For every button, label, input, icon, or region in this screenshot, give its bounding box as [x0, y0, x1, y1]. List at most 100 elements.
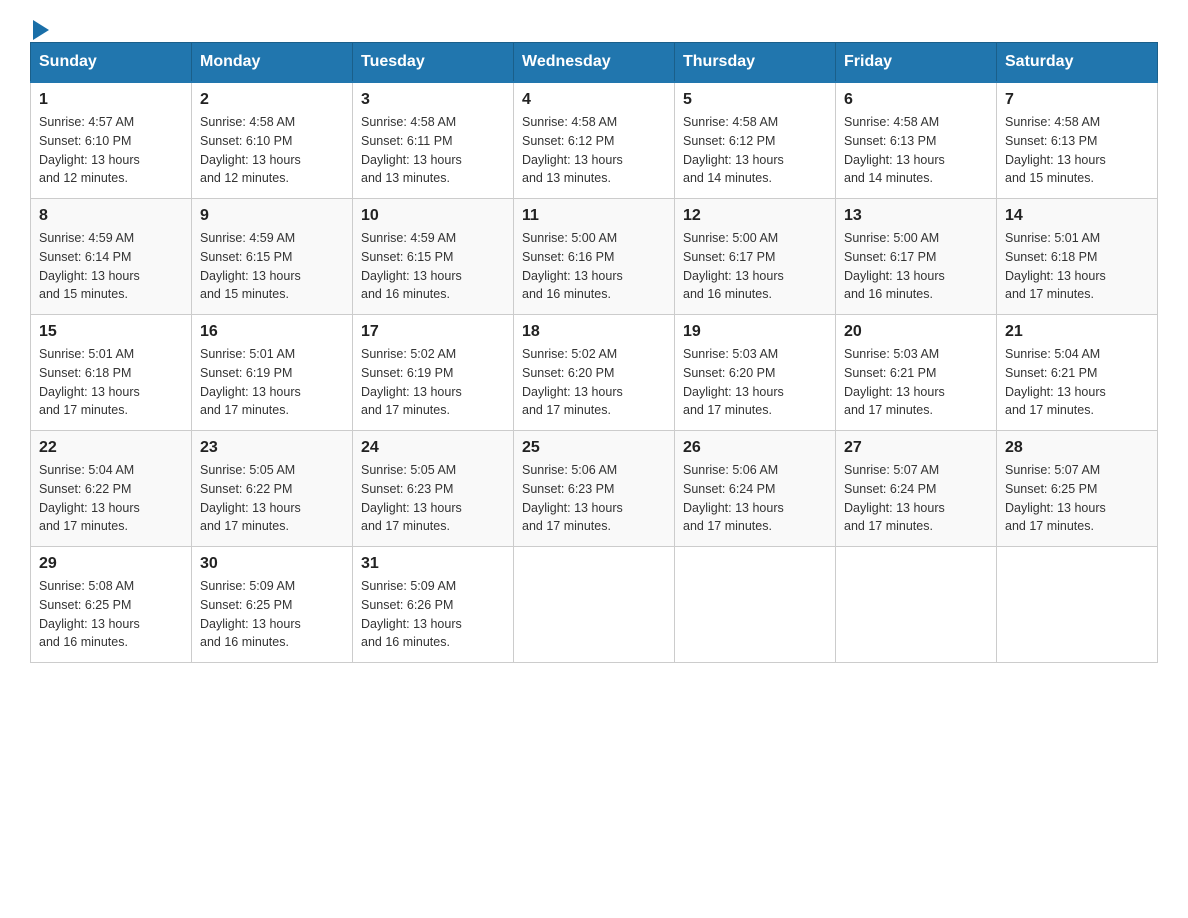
- calendar-cell: 5 Sunrise: 4:58 AM Sunset: 6:12 PM Dayli…: [675, 82, 836, 199]
- calendar-week-1: 1 Sunrise: 4:57 AM Sunset: 6:10 PM Dayli…: [31, 82, 1158, 199]
- day-number: 20: [844, 323, 988, 341]
- day-info: Sunrise: 5:05 AM Sunset: 6:23 PM Dayligh…: [361, 461, 505, 536]
- day-info: Sunrise: 5:03 AM Sunset: 6:20 PM Dayligh…: [683, 345, 827, 420]
- calendar-cell: 10 Sunrise: 4:59 AM Sunset: 6:15 PM Dayl…: [353, 199, 514, 315]
- calendar-cell: 22 Sunrise: 5:04 AM Sunset: 6:22 PM Dayl…: [31, 431, 192, 547]
- calendar-cell: 2 Sunrise: 4:58 AM Sunset: 6:10 PM Dayli…: [192, 82, 353, 199]
- calendar-cell: 28 Sunrise: 5:07 AM Sunset: 6:25 PM Dayl…: [997, 431, 1158, 547]
- day-info: Sunrise: 5:00 AM Sunset: 6:17 PM Dayligh…: [844, 229, 988, 304]
- calendar-cell: 29 Sunrise: 5:08 AM Sunset: 6:25 PM Dayl…: [31, 547, 192, 663]
- calendar-cell: 13 Sunrise: 5:00 AM Sunset: 6:17 PM Dayl…: [836, 199, 997, 315]
- day-info: Sunrise: 5:07 AM Sunset: 6:24 PM Dayligh…: [844, 461, 988, 536]
- day-info: Sunrise: 5:04 AM Sunset: 6:22 PM Dayligh…: [39, 461, 183, 536]
- day-info: Sunrise: 5:00 AM Sunset: 6:16 PM Dayligh…: [522, 229, 666, 304]
- day-number: 9: [200, 207, 344, 225]
- day-number: 5: [683, 91, 827, 109]
- calendar-cell: 30 Sunrise: 5:09 AM Sunset: 6:25 PM Dayl…: [192, 547, 353, 663]
- logo: [30, 20, 49, 32]
- weekday-header-sunday: Sunday: [31, 43, 192, 83]
- calendar-cell: [836, 547, 997, 663]
- day-info: Sunrise: 5:01 AM Sunset: 6:18 PM Dayligh…: [39, 345, 183, 420]
- weekday-header-wednesday: Wednesday: [514, 43, 675, 83]
- day-info: Sunrise: 5:01 AM Sunset: 6:18 PM Dayligh…: [1005, 229, 1149, 304]
- calendar-cell: 19 Sunrise: 5:03 AM Sunset: 6:20 PM Dayl…: [675, 315, 836, 431]
- day-number: 17: [361, 323, 505, 341]
- weekday-header-tuesday: Tuesday: [353, 43, 514, 83]
- day-number: 23: [200, 439, 344, 457]
- day-info: Sunrise: 5:07 AM Sunset: 6:25 PM Dayligh…: [1005, 461, 1149, 536]
- day-number: 13: [844, 207, 988, 225]
- day-info: Sunrise: 5:02 AM Sunset: 6:19 PM Dayligh…: [361, 345, 505, 420]
- day-number: 19: [683, 323, 827, 341]
- calendar-cell: 1 Sunrise: 4:57 AM Sunset: 6:10 PM Dayli…: [31, 82, 192, 199]
- day-info: Sunrise: 4:57 AM Sunset: 6:10 PM Dayligh…: [39, 113, 183, 188]
- calendar-cell: 20 Sunrise: 5:03 AM Sunset: 6:21 PM Dayl…: [836, 315, 997, 431]
- calendar-cell: 24 Sunrise: 5:05 AM Sunset: 6:23 PM Dayl…: [353, 431, 514, 547]
- day-number: 2: [200, 91, 344, 109]
- day-number: 25: [522, 439, 666, 457]
- day-number: 4: [522, 91, 666, 109]
- day-number: 8: [39, 207, 183, 225]
- day-number: 14: [1005, 207, 1149, 225]
- day-info: Sunrise: 5:06 AM Sunset: 6:23 PM Dayligh…: [522, 461, 666, 536]
- day-info: Sunrise: 5:05 AM Sunset: 6:22 PM Dayligh…: [200, 461, 344, 536]
- day-number: 29: [39, 555, 183, 573]
- calendar-cell: 3 Sunrise: 4:58 AM Sunset: 6:11 PM Dayli…: [353, 82, 514, 199]
- calendar-cell: 15 Sunrise: 5:01 AM Sunset: 6:18 PM Dayl…: [31, 315, 192, 431]
- calendar-cell: 9 Sunrise: 4:59 AM Sunset: 6:15 PM Dayli…: [192, 199, 353, 315]
- day-info: Sunrise: 4:58 AM Sunset: 6:10 PM Dayligh…: [200, 113, 344, 188]
- calendar-cell: 26 Sunrise: 5:06 AM Sunset: 6:24 PM Dayl…: [675, 431, 836, 547]
- day-info: Sunrise: 5:03 AM Sunset: 6:21 PM Dayligh…: [844, 345, 988, 420]
- day-info: Sunrise: 5:09 AM Sunset: 6:26 PM Dayligh…: [361, 577, 505, 652]
- day-info: Sunrise: 4:58 AM Sunset: 6:13 PM Dayligh…: [1005, 113, 1149, 188]
- day-info: Sunrise: 4:59 AM Sunset: 6:14 PM Dayligh…: [39, 229, 183, 304]
- day-number: 28: [1005, 439, 1149, 457]
- calendar-cell: 7 Sunrise: 4:58 AM Sunset: 6:13 PM Dayli…: [997, 82, 1158, 199]
- page-header: [30, 20, 1158, 32]
- calendar-cell: [997, 547, 1158, 663]
- day-number: 18: [522, 323, 666, 341]
- calendar-cell: 14 Sunrise: 5:01 AM Sunset: 6:18 PM Dayl…: [997, 199, 1158, 315]
- calendar-week-5: 29 Sunrise: 5:08 AM Sunset: 6:25 PM Dayl…: [31, 547, 1158, 663]
- day-number: 21: [1005, 323, 1149, 341]
- day-number: 1: [39, 91, 183, 109]
- calendar-cell: [514, 547, 675, 663]
- calendar-cell: 23 Sunrise: 5:05 AM Sunset: 6:22 PM Dayl…: [192, 431, 353, 547]
- day-number: 27: [844, 439, 988, 457]
- calendar-cell: 4 Sunrise: 4:58 AM Sunset: 6:12 PM Dayli…: [514, 82, 675, 199]
- day-number: 7: [1005, 91, 1149, 109]
- day-number: 11: [522, 207, 666, 225]
- day-info: Sunrise: 5:02 AM Sunset: 6:20 PM Dayligh…: [522, 345, 666, 420]
- calendar-cell: 27 Sunrise: 5:07 AM Sunset: 6:24 PM Dayl…: [836, 431, 997, 547]
- day-number: 26: [683, 439, 827, 457]
- day-info: Sunrise: 5:06 AM Sunset: 6:24 PM Dayligh…: [683, 461, 827, 536]
- day-info: Sunrise: 5:08 AM Sunset: 6:25 PM Dayligh…: [39, 577, 183, 652]
- calendar-cell: 25 Sunrise: 5:06 AM Sunset: 6:23 PM Dayl…: [514, 431, 675, 547]
- day-number: 15: [39, 323, 183, 341]
- calendar-week-4: 22 Sunrise: 5:04 AM Sunset: 6:22 PM Dayl…: [31, 431, 1158, 547]
- calendar-cell: 11 Sunrise: 5:00 AM Sunset: 6:16 PM Dayl…: [514, 199, 675, 315]
- calendar-cell: [675, 547, 836, 663]
- day-info: Sunrise: 5:00 AM Sunset: 6:17 PM Dayligh…: [683, 229, 827, 304]
- weekday-header-saturday: Saturday: [997, 43, 1158, 83]
- weekday-header-monday: Monday: [192, 43, 353, 83]
- day-info: Sunrise: 5:04 AM Sunset: 6:21 PM Dayligh…: [1005, 345, 1149, 420]
- calendar-cell: 16 Sunrise: 5:01 AM Sunset: 6:19 PM Dayl…: [192, 315, 353, 431]
- day-info: Sunrise: 4:58 AM Sunset: 6:11 PM Dayligh…: [361, 113, 505, 188]
- day-number: 22: [39, 439, 183, 457]
- calendar-table: SundayMondayTuesdayWednesdayThursdayFrid…: [30, 42, 1158, 663]
- day-info: Sunrise: 4:58 AM Sunset: 6:13 PM Dayligh…: [844, 113, 988, 188]
- day-number: 30: [200, 555, 344, 573]
- day-number: 16: [200, 323, 344, 341]
- calendar-cell: 18 Sunrise: 5:02 AM Sunset: 6:20 PM Dayl…: [514, 315, 675, 431]
- day-info: Sunrise: 5:01 AM Sunset: 6:19 PM Dayligh…: [200, 345, 344, 420]
- weekday-header-row: SundayMondayTuesdayWednesdayThursdayFrid…: [31, 43, 1158, 83]
- calendar-cell: 31 Sunrise: 5:09 AM Sunset: 6:26 PM Dayl…: [353, 547, 514, 663]
- day-info: Sunrise: 5:09 AM Sunset: 6:25 PM Dayligh…: [200, 577, 344, 652]
- weekday-header-thursday: Thursday: [675, 43, 836, 83]
- calendar-cell: 12 Sunrise: 5:00 AM Sunset: 6:17 PM Dayl…: [675, 199, 836, 315]
- weekday-header-friday: Friday: [836, 43, 997, 83]
- day-number: 3: [361, 91, 505, 109]
- day-number: 24: [361, 439, 505, 457]
- day-number: 12: [683, 207, 827, 225]
